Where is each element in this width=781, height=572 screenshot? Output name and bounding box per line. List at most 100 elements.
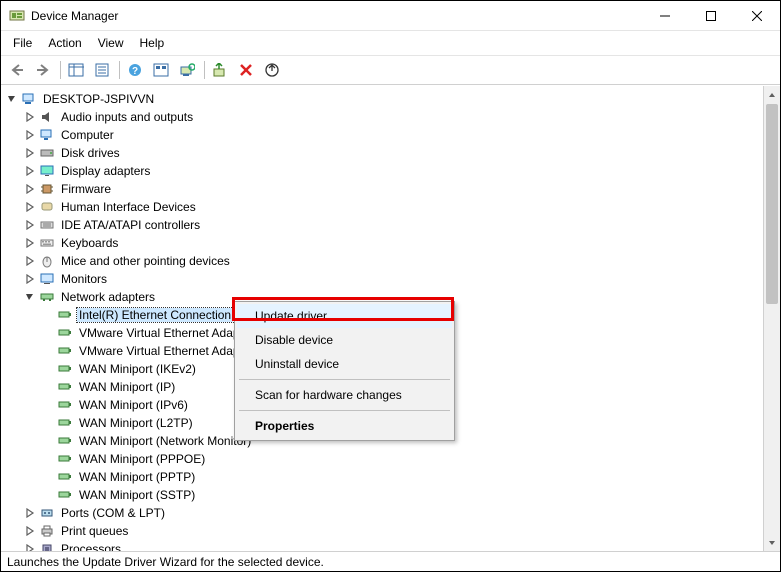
minimize-button[interactable] xyxy=(642,1,688,31)
scroll-thumb[interactable] xyxy=(766,104,778,304)
vertical-scrollbar[interactable] xyxy=(763,86,780,551)
tree-category[interactable]: Mice and other pointing devices xyxy=(5,252,763,270)
menu-help[interactable]: Help xyxy=(132,33,173,53)
tree-item-label: WAN Miniport (Network Monitor) xyxy=(77,434,253,448)
tree-category[interactable]: Monitors xyxy=(5,270,763,288)
status-text: Launches the Update Driver Wizard for th… xyxy=(7,555,324,569)
toolbar-separator xyxy=(119,61,120,79)
expander-spacer xyxy=(41,416,55,430)
tree-item-label: Firmware xyxy=(59,182,113,196)
tree-category[interactable]: Ports (COM & LPT) xyxy=(5,504,763,522)
expand-icon[interactable] xyxy=(23,524,37,538)
title-bar: Device Manager xyxy=(1,1,780,31)
scroll-up-arrow[interactable] xyxy=(764,86,780,103)
window-title: Device Manager xyxy=(31,9,118,23)
uninstall-device-button[interactable] xyxy=(234,59,258,81)
expander-spacer xyxy=(41,398,55,412)
expand-icon[interactable] xyxy=(23,110,37,124)
tree-item-label: WAN Miniport (IPv6) xyxy=(77,398,190,412)
computer-root-icon xyxy=(21,91,37,107)
tree-item-label: DESKTOP-JSPIVVN xyxy=(41,92,156,106)
expand-icon[interactable] xyxy=(23,218,37,232)
tree-item-label: Computer xyxy=(59,128,116,142)
expand-icon[interactable] xyxy=(23,236,37,250)
tree-device-network-adapter[interactable]: WAN Miniport (PPTP) xyxy=(5,468,763,486)
adapter-icon xyxy=(57,307,73,323)
mouse-icon xyxy=(39,253,55,269)
tree-item-label: Disk drives xyxy=(59,146,122,160)
maximize-button[interactable] xyxy=(688,1,734,31)
port-icon xyxy=(39,505,55,521)
tree-category[interactable]: Display adapters xyxy=(5,162,763,180)
adapter-icon xyxy=(57,397,73,413)
collapse-icon[interactable] xyxy=(5,92,19,106)
scan-hardware-button[interactable] xyxy=(175,59,199,81)
keyboard-icon xyxy=(39,235,55,251)
window-controls xyxy=(642,1,780,31)
tree-category[interactable]: Print queues xyxy=(5,522,763,540)
tree-item-label: Human Interface Devices xyxy=(59,200,198,214)
toolbar: ? xyxy=(1,56,780,85)
context-uninstall-device[interactable]: Uninstall device xyxy=(237,352,452,376)
computer-icon xyxy=(39,127,55,143)
context-scan-hardware[interactable]: Scan for hardware changes xyxy=(237,383,452,407)
show-hide-tree-button[interactable] xyxy=(64,59,88,81)
menu-action[interactable]: Action xyxy=(40,33,89,53)
tree-item-label: WAN Miniport (PPPOE) xyxy=(77,452,207,466)
expander-spacer xyxy=(41,488,55,502)
forward-button[interactable] xyxy=(31,59,55,81)
tree-device-network-adapter[interactable]: WAN Miniport (PPPOE) xyxy=(5,450,763,468)
update-driver-button[interactable] xyxy=(208,59,232,81)
expand-icon[interactable] xyxy=(23,200,37,214)
back-button[interactable] xyxy=(5,59,29,81)
context-disable-device[interactable]: Disable device xyxy=(237,328,452,352)
tree-item-label: VMware Virtual Ethernet Adapter xyxy=(77,326,256,340)
expander-spacer xyxy=(41,470,55,484)
context-menu: Update driver Disable device Uninstall d… xyxy=(234,301,455,441)
expand-icon[interactable] xyxy=(23,146,37,160)
expand-icon[interactable] xyxy=(23,506,37,520)
tree-device-network-adapter[interactable]: WAN Miniport (SSTP) xyxy=(5,486,763,504)
expand-icon[interactable] xyxy=(23,182,37,196)
tree-item-label: WAN Miniport (IKEv2) xyxy=(77,362,198,376)
add-legacy-hardware-button[interactable] xyxy=(260,59,284,81)
printer-icon xyxy=(39,523,55,539)
tree-category[interactable]: Processors xyxy=(5,540,763,551)
display-icon xyxy=(39,163,55,179)
expander-spacer xyxy=(41,344,55,358)
disk-icon xyxy=(39,145,55,161)
tree-category[interactable]: Human Interface Devices xyxy=(5,198,763,216)
tree-item-label: IDE ATA/ATAPI controllers xyxy=(59,218,202,232)
scroll-down-arrow[interactable] xyxy=(764,534,780,551)
client-area: DESKTOP-JSPIVVN Audio inputs and outputs C… xyxy=(1,85,780,551)
tree-category[interactable]: Computer xyxy=(5,126,763,144)
menu-file[interactable]: File xyxy=(5,33,40,53)
properties-button[interactable] xyxy=(90,59,114,81)
expand-icon[interactable] xyxy=(23,254,37,268)
tree-root[interactable]: DESKTOP-JSPIVVN xyxy=(5,90,763,108)
tree-category[interactable]: Audio inputs and outputs xyxy=(5,108,763,126)
tree-item-label: Print queues xyxy=(59,524,130,538)
context-update-driver[interactable]: Update driver xyxy=(237,304,452,328)
expand-icon[interactable] xyxy=(23,164,37,178)
status-bar: Launches the Update Driver Wizard for th… xyxy=(1,551,780,571)
expand-icon[interactable] xyxy=(23,542,37,551)
ide-icon xyxy=(39,217,55,233)
context-separator xyxy=(239,410,450,411)
collapse-icon[interactable] xyxy=(23,290,37,304)
context-properties[interactable]: Properties xyxy=(237,414,452,438)
menu-view[interactable]: View xyxy=(90,33,132,53)
help-button[interactable]: ? xyxy=(123,59,147,81)
tree-category[interactable]: Firmware xyxy=(5,180,763,198)
expand-icon[interactable] xyxy=(23,128,37,142)
show-hidden-devices-button[interactable] xyxy=(149,59,173,81)
expand-icon[interactable] xyxy=(23,272,37,286)
close-button[interactable] xyxy=(734,1,780,31)
tree-category[interactable]: IDE ATA/ATAPI controllers xyxy=(5,216,763,234)
expander-spacer xyxy=(41,362,55,376)
tree-category[interactable]: Keyboards xyxy=(5,234,763,252)
app-icon xyxy=(9,8,25,24)
hid-icon xyxy=(39,199,55,215)
tree-item-label: WAN Miniport (PPTP) xyxy=(77,470,197,484)
tree-category[interactable]: Disk drives xyxy=(5,144,763,162)
